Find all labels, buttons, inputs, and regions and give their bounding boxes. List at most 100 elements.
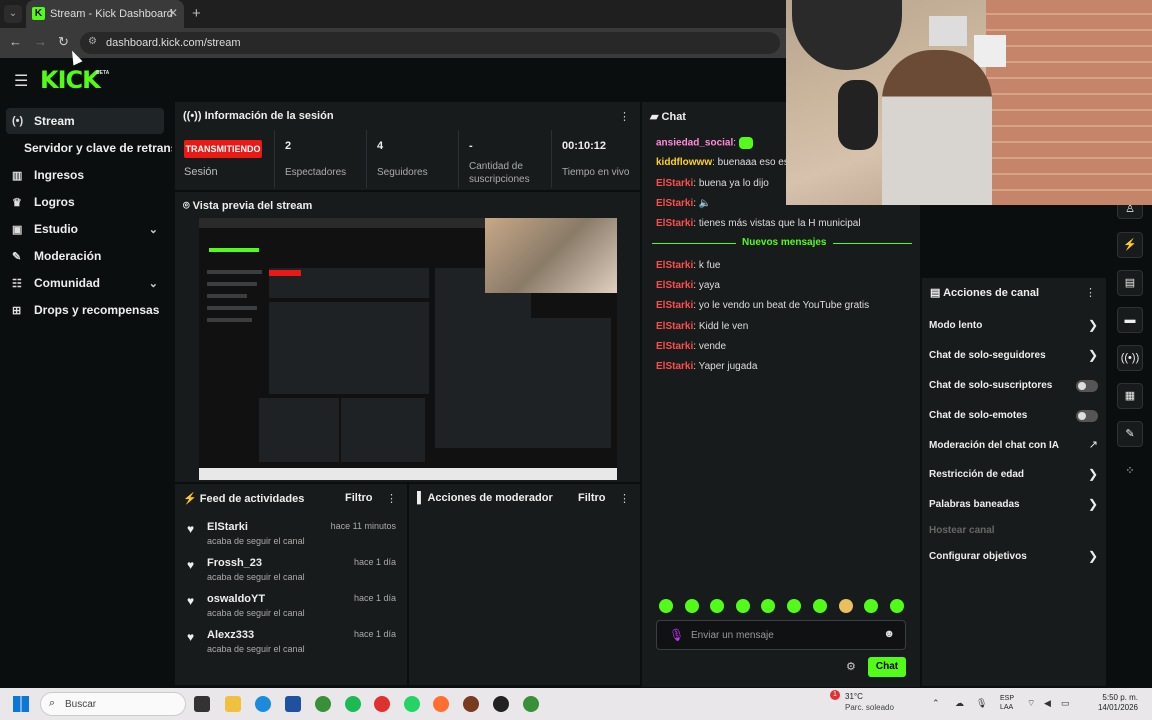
network-icon[interactable]: ☁ bbox=[955, 698, 964, 709]
more-options-icon[interactable]: ⋮ bbox=[619, 110, 630, 123]
chevron-down-icon[interactable]: ⌄ bbox=[149, 223, 158, 236]
apps-icon[interactable]: ⁘ bbox=[1117, 459, 1143, 485]
sidebar-item-estudio[interactable]: ▣ Estudio ⌄ bbox=[6, 216, 164, 242]
sidebar-item-comunidad[interactable]: ☷ Comunidad ⌄ bbox=[6, 270, 164, 296]
spotify-icon[interactable] bbox=[345, 696, 361, 712]
back-arrow-icon[interactable]: ← bbox=[9, 34, 22, 49]
chevron-right-icon[interactable]: ❯ bbox=[1088, 318, 1098, 332]
more-options-icon[interactable]: ⋮ bbox=[386, 492, 397, 505]
action-label[interactable]: Configurar objetivos bbox=[929, 551, 1027, 562]
url-field[interactable]: ⚙ dashboard.kick.com/stream bbox=[80, 32, 780, 54]
microphone-icon[interactable]: 🎙 bbox=[976, 698, 987, 709]
chat-settings-icon[interactable]: ⚙ bbox=[846, 660, 856, 673]
subscribers-only-toggle[interactable] bbox=[1076, 380, 1098, 392]
sidebar-item-moderacion[interactable]: ✎ Moderación bbox=[6, 243, 164, 269]
chevron-right-icon[interactable]: ❯ bbox=[1088, 467, 1098, 481]
chat-bubble-icon[interactable]: ▬ bbox=[1117, 307, 1143, 333]
chat-username[interactable]: ElStarki bbox=[656, 341, 693, 352]
chat-username[interactable]: kiddflowww bbox=[656, 157, 712, 168]
sidebar-item-server-key[interactable]: Servidor y clave de retransmisión bbox=[18, 135, 172, 161]
browser-tab[interactable]: K Stream - Kick Dashboard ✕ bbox=[26, 0, 184, 28]
taskbar-search[interactable]: ⌕ Buscar bbox=[40, 692, 186, 716]
chat-username[interactable]: ansiedad_social bbox=[656, 138, 733, 149]
chat-username[interactable]: ElStarki bbox=[656, 321, 693, 332]
emoji-picker-icon[interactable]: ☻ bbox=[883, 628, 895, 640]
close-tab-icon[interactable]: ✕ bbox=[168, 6, 178, 20]
emote-icon[interactable] bbox=[813, 599, 827, 613]
chat-username[interactable]: ElStarki bbox=[656, 280, 693, 291]
feed-user[interactable]: Frossh_23 bbox=[207, 557, 262, 569]
feed-user[interactable]: Alexz333 bbox=[207, 629, 254, 641]
battery-icon[interactable]: ▭ bbox=[1061, 698, 1070, 709]
menu-icon[interactable]: ☰ bbox=[14, 71, 28, 91]
action-label[interactable]: Chat de solo-seguidores bbox=[929, 350, 1046, 361]
chat-username[interactable]: ElStarki bbox=[656, 260, 693, 271]
more-options-icon[interactable]: ⋮ bbox=[619, 492, 630, 505]
microphone-icon[interactable]: 🎙 bbox=[669, 628, 684, 642]
volume-icon[interactable]: ◀ bbox=[1044, 698, 1051, 709]
sidebar-item-drops[interactable]: ⊞ Drops y recompensas bbox=[6, 297, 164, 323]
bolt-icon[interactable]: ⚡ bbox=[1117, 232, 1143, 258]
kick-logo[interactable]: KICK bbox=[40, 66, 101, 94]
new-tab-button[interactable]: + bbox=[192, 5, 201, 22]
windows-start-icon[interactable] bbox=[13, 696, 29, 712]
emote-icon[interactable] bbox=[787, 599, 801, 613]
chevron-up-icon[interactable]: ⌃ bbox=[932, 698, 940, 709]
chevron-down-icon[interactable]: ⌄ bbox=[149, 277, 158, 290]
wrench-icon[interactable]: ✎ bbox=[1117, 421, 1143, 447]
emote-icon[interactable] bbox=[839, 599, 853, 613]
stream-preview-video[interactable] bbox=[199, 218, 617, 480]
chrome-icon[interactable] bbox=[315, 696, 331, 712]
chevron-right-icon[interactable]: ❯ bbox=[1088, 549, 1098, 563]
app-icon[interactable] bbox=[374, 696, 390, 712]
site-info-icon[interactable]: ⚙ bbox=[88, 36, 97, 47]
emote-icon[interactable] bbox=[890, 599, 904, 613]
sidebar-item-logros[interactable]: ♛ Logros bbox=[6, 189, 164, 215]
emote-icon[interactable] bbox=[736, 599, 750, 613]
document-icon[interactable]: ▤ bbox=[1117, 270, 1143, 296]
send-chat-button[interactable]: Chat bbox=[868, 657, 906, 677]
chrome-icon[interactable] bbox=[523, 696, 539, 712]
app-icon[interactable] bbox=[463, 696, 479, 712]
action-label[interactable]: Palabras baneadas bbox=[929, 499, 1020, 510]
chat-username[interactable]: ElStarki bbox=[656, 218, 693, 229]
emote-icon[interactable] bbox=[659, 599, 673, 613]
wifi-icon[interactable]: ⌔ bbox=[1027, 698, 1035, 709]
emote-icon[interactable] bbox=[761, 599, 775, 613]
sidebar-item-stream[interactable]: (•) Stream bbox=[6, 108, 164, 134]
reload-icon[interactable]: ↻ bbox=[58, 34, 69, 50]
chevron-right-icon[interactable]: ❯ bbox=[1088, 348, 1098, 362]
more-options-icon[interactable]: ⋮ bbox=[1085, 286, 1096, 299]
mod-filter-button[interactable]: Filtro bbox=[578, 492, 606, 504]
chat-username[interactable]: ElStarki bbox=[656, 198, 693, 209]
file-explorer-icon[interactable] bbox=[225, 696, 241, 712]
chevron-right-icon[interactable]: ❯ bbox=[1088, 497, 1098, 511]
chat-input[interactable]: 🎙 Enviar un mensaje ☻ bbox=[656, 620, 906, 650]
action-label[interactable]: Moderación del chat con IA bbox=[929, 440, 1059, 451]
edge-icon[interactable] bbox=[255, 696, 271, 712]
forward-arrow-icon[interactable]: → bbox=[34, 34, 47, 49]
emote-icon[interactable] bbox=[710, 599, 724, 613]
feed-user[interactable]: oswaldoYT bbox=[207, 593, 265, 605]
action-label[interactable]: Modo lento bbox=[929, 320, 982, 331]
sidebar-item-ingresos[interactable]: ▥ Ingresos bbox=[6, 162, 164, 188]
action-label[interactable]: Restricción de edad bbox=[929, 469, 1024, 480]
feed-user[interactable]: ElStarki bbox=[207, 521, 248, 533]
tab-search-icon[interactable]: ⌄ bbox=[4, 5, 22, 23]
broadcast-icon[interactable]: ((•)) bbox=[1117, 345, 1143, 371]
store-icon[interactable] bbox=[285, 696, 301, 712]
layers-icon[interactable]: ▦ bbox=[1117, 383, 1143, 409]
language-indicator[interactable]: ESP LAA bbox=[1000, 694, 1014, 712]
system-clock[interactable]: 5:50 p. m. 14/01/2026 bbox=[1082, 693, 1138, 713]
emote-icon[interactable] bbox=[685, 599, 699, 613]
chat-username[interactable]: ElStarki bbox=[656, 178, 693, 189]
emotes-only-toggle[interactable] bbox=[1076, 410, 1098, 422]
firefox-icon[interactable] bbox=[433, 696, 449, 712]
whatsapp-icon[interactable] bbox=[404, 696, 420, 712]
emote-icon[interactable] bbox=[864, 599, 878, 613]
chat-username[interactable]: ElStarki bbox=[656, 361, 693, 372]
external-link-icon[interactable]: ↗ bbox=[1089, 438, 1098, 451]
feed-filter-button[interactable]: Filtro bbox=[345, 492, 373, 504]
obs-icon[interactable] bbox=[493, 696, 509, 712]
chat-username[interactable]: ElStarki bbox=[656, 300, 693, 311]
